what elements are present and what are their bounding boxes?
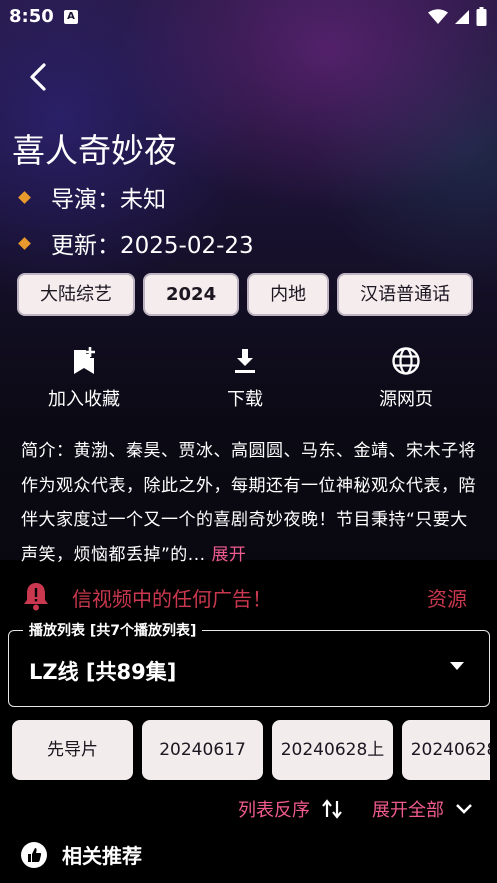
page-title: 喜人奇妙夜 (12, 131, 177, 170)
resource-link[interactable]: 资源 (427, 583, 467, 612)
director-text: 导演：未知 (51, 187, 166, 213)
expand-all-button[interactable]: 展开全部 (372, 796, 474, 822)
status-bar: 8:50 A (0, 0, 497, 34)
tag-list: 大陆综艺 2024 内地 汉语普通话 (17, 273, 474, 316)
episode-button[interactable]: 20240628上 (272, 720, 393, 780)
globe-icon (392, 347, 420, 375)
tag-year[interactable]: 2024 (143, 273, 240, 316)
synopsis-expand-link[interactable]: 展开 (211, 545, 246, 565)
battery-icon (476, 7, 487, 26)
episode-button[interactable]: 20240617 (142, 720, 263, 780)
thumbs-up-icon (21, 841, 47, 868)
tag-language[interactable]: 汉语普通话 (337, 273, 474, 316)
related-label: 相关推荐 (62, 844, 142, 868)
ad-notice: 信视频中的任何广告！ 资源 (20, 580, 497, 612)
dropdown-caret-icon (450, 662, 464, 670)
action-bar: 加入收藏 下载 源网页 (0, 345, 497, 415)
status-time: 8:50 (9, 6, 54, 27)
chevron-left-icon (30, 63, 46, 91)
bullet-icon (18, 190, 31, 204)
playlist-legend: 播放列表 [共7个播放列表] (23, 620, 203, 640)
favorite-button[interactable]: 加入收藏 (44, 345, 124, 411)
ad-notice-text: 信视频中的任何广告！ (72, 587, 272, 611)
related-section-header: 相关推荐 (20, 840, 142, 869)
tag-category[interactable]: 大陆综艺 (17, 273, 135, 316)
bookmark-add-icon (74, 347, 95, 374)
reverse-list-label: 列表反序 (238, 800, 310, 821)
wifi-icon (428, 8, 448, 24)
episode-button[interactable]: 20240628下 (402, 720, 490, 780)
update-row: 更新：2025-02-23 (18, 226, 254, 260)
expand-all-label: 展开全部 (372, 800, 444, 821)
episode-button[interactable]: 先导片 (12, 720, 133, 780)
tag-region[interactable]: 内地 (247, 273, 330, 316)
download-button[interactable]: 下载 (205, 345, 285, 411)
episode-list: 先导片 20240617 20240628上 20240628下 (12, 720, 490, 780)
playlist-selected: LZ线 [共89集] (29, 660, 177, 684)
status-icons (428, 7, 487, 26)
favorite-label: 加入收藏 (48, 389, 120, 410)
bell-icon (24, 583, 48, 611)
update-text: 更新：2025-02-23 (51, 233, 254, 259)
bullet-icon (18, 236, 31, 250)
download-label: 下载 (227, 389, 263, 410)
synopsis: 简介：黄渤、秦昊、贾冰、高圆圆、马东、金靖、宋木子将作为观众代表，除此之外，每期… (21, 434, 481, 572)
signal-icon (455, 9, 469, 24)
synopsis-text: 简介：黄渤、秦昊、贾冰、高圆圆、马东、金靖、宋木子将作为观众代表，除此之外，每期… (21, 441, 476, 565)
source-page-button[interactable]: 源网页 (366, 345, 446, 411)
source-page-label: 源网页 (379, 389, 433, 410)
reverse-list-button[interactable]: 列表反序 (238, 796, 344, 822)
playlist-select[interactable]: 播放列表 [共7个播放列表] LZ线 [共89集] (8, 620, 490, 707)
director-row: 导演：未知 (18, 180, 166, 214)
notification-icon: A (64, 10, 78, 24)
chevron-down-icon (456, 804, 472, 814)
download-icon (235, 349, 255, 373)
back-button[interactable] (22, 60, 56, 94)
sort-arrows-icon (322, 799, 342, 819)
